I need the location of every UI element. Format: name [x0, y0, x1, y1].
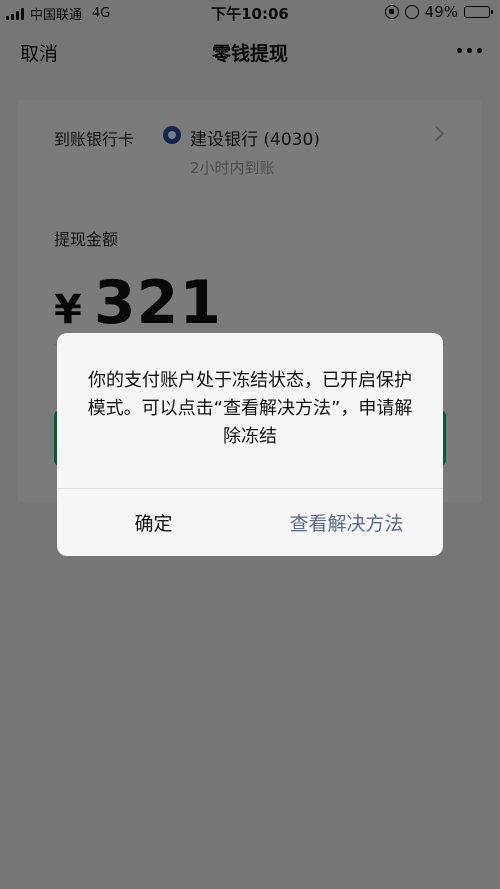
ok-button[interactable]: 确定 [57, 489, 250, 556]
view-solution-button[interactable]: 查看解决方法 [250, 489, 443, 556]
dialog-message: 你的支付账户处于冻结状态，已开启保护模式。可以点击“查看解决方法”，申请解除冻结 [87, 370, 413, 447]
frozen-account-dialog: 你的支付账户处于冻结状态，已开启保护模式。可以点击“查看解决方法”，申请解除冻结… [57, 333, 443, 556]
dialog-buttons: 确定 查看解决方法 [57, 489, 443, 556]
withdraw-screen: 中国联通 4G 下午10:06 49% 取消 零钱提现 到账银行卡 建设银行 (… [0, 0, 500, 889]
